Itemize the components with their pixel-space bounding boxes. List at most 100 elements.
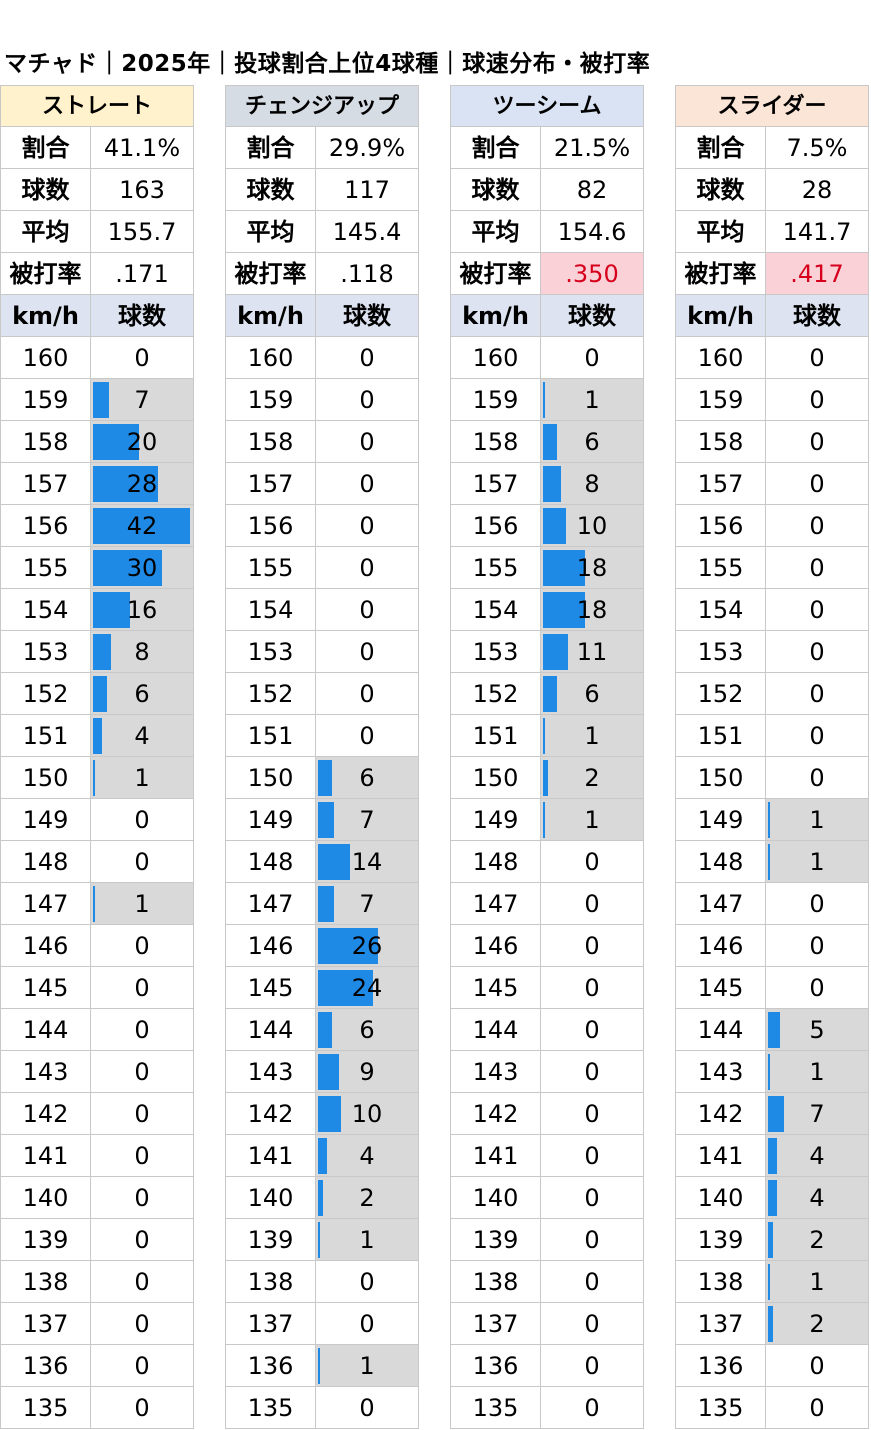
speed-label: 137 bbox=[450, 1303, 541, 1345]
count-value: 0 bbox=[584, 1100, 600, 1128]
count-value: 2 bbox=[359, 1184, 375, 1212]
stat-label-count: 球数 bbox=[675, 169, 766, 211]
count-cell: 0 bbox=[541, 1219, 644, 1261]
speed-label: 137 bbox=[0, 1303, 91, 1345]
speed-label: 150 bbox=[0, 757, 91, 799]
count-cell: 0 bbox=[91, 1009, 194, 1051]
stat-value-ratio: 29.9% bbox=[316, 127, 419, 169]
count-cell: 0 bbox=[316, 421, 419, 463]
count-cell: 1 bbox=[766, 799, 869, 841]
count-value: 24 bbox=[351, 974, 383, 1002]
count-cell: 0 bbox=[91, 967, 194, 1009]
pitch-name-header: ツーシーム bbox=[450, 85, 644, 127]
speed-label: 140 bbox=[450, 1177, 541, 1219]
count-cell: 0 bbox=[766, 421, 869, 463]
speed-label: 147 bbox=[675, 883, 766, 925]
speed-label: 135 bbox=[450, 1387, 541, 1429]
stat-value-baa: .171 bbox=[91, 253, 194, 295]
count-value: 4 bbox=[809, 1142, 825, 1170]
speed-label: 160 bbox=[225, 337, 316, 379]
count-cell: 7 bbox=[316, 883, 419, 925]
count-value: 28 bbox=[126, 470, 158, 498]
count-value: 4 bbox=[134, 722, 150, 750]
stat-label-avg: 平均 bbox=[0, 211, 91, 253]
count-value: 6 bbox=[359, 764, 375, 792]
speed-label: 139 bbox=[675, 1219, 766, 1261]
count-value: 0 bbox=[134, 1142, 150, 1170]
count-cell: 0 bbox=[766, 715, 869, 757]
count-value: 1 bbox=[134, 890, 150, 918]
count-value: 6 bbox=[584, 428, 600, 456]
speed-label: 136 bbox=[675, 1345, 766, 1387]
count-cell: 1 bbox=[91, 883, 194, 925]
stat-value-baa: .417 bbox=[766, 253, 869, 295]
count-value: 6 bbox=[134, 680, 150, 708]
speed-label: 141 bbox=[0, 1135, 91, 1177]
speed-label: 152 bbox=[450, 673, 541, 715]
speed-label: 148 bbox=[225, 841, 316, 883]
count-cell: 0 bbox=[541, 1135, 644, 1177]
count-cell: 0 bbox=[766, 547, 869, 589]
count-cell: 0 bbox=[91, 1303, 194, 1345]
count-value: 0 bbox=[809, 638, 825, 666]
count-value: 0 bbox=[584, 1142, 600, 1170]
speed-label: 143 bbox=[0, 1051, 91, 1093]
count-value: 2 bbox=[809, 1226, 825, 1254]
count-value: 1 bbox=[359, 1226, 375, 1254]
stat-value-avg: 141.7 bbox=[766, 211, 869, 253]
speed-label: 157 bbox=[0, 463, 91, 505]
speed-label: 146 bbox=[450, 925, 541, 967]
count-cell: 10 bbox=[541, 505, 644, 547]
speed-label: 139 bbox=[225, 1219, 316, 1261]
speed-label: 139 bbox=[0, 1219, 91, 1261]
stat-label-baa: 被打率 bbox=[0, 253, 91, 295]
count-value: 0 bbox=[134, 1184, 150, 1212]
count-value: 0 bbox=[584, 932, 600, 960]
count-value: 6 bbox=[359, 1016, 375, 1044]
count-value: 30 bbox=[126, 554, 158, 582]
speed-label: 138 bbox=[225, 1261, 316, 1303]
count-value: 18 bbox=[576, 596, 608, 624]
speed-label: 146 bbox=[0, 925, 91, 967]
count-value: 7 bbox=[134, 386, 150, 414]
count-cell: 16 bbox=[91, 589, 194, 631]
stat-label-count: 球数 bbox=[450, 169, 541, 211]
count-cell: 20 bbox=[91, 421, 194, 463]
count-cell: 0 bbox=[766, 463, 869, 505]
speed-label: 144 bbox=[225, 1009, 316, 1051]
count-cell: 0 bbox=[766, 1387, 869, 1429]
count-value: 0 bbox=[134, 848, 150, 876]
speed-label: 154 bbox=[675, 589, 766, 631]
speed-label: 149 bbox=[450, 799, 541, 841]
count-cell: 2 bbox=[766, 1303, 869, 1345]
count-value: 42 bbox=[126, 512, 158, 540]
speed-label: 151 bbox=[450, 715, 541, 757]
count-value: 0 bbox=[809, 470, 825, 498]
column-header-pitches: 球数 bbox=[91, 295, 194, 337]
speed-label: 147 bbox=[450, 883, 541, 925]
speed-label: 155 bbox=[675, 547, 766, 589]
speed-label: 136 bbox=[0, 1345, 91, 1387]
count-cell: 0 bbox=[316, 1387, 419, 1429]
count-cell: 0 bbox=[766, 757, 869, 799]
count-cell: 1 bbox=[316, 1345, 419, 1387]
count-value: 0 bbox=[584, 848, 600, 876]
pitch-name-header: チェンジアップ bbox=[225, 85, 419, 127]
speed-label: 157 bbox=[450, 463, 541, 505]
speed-label: 154 bbox=[225, 589, 316, 631]
speed-label: 144 bbox=[450, 1009, 541, 1051]
count-value: 0 bbox=[359, 1394, 375, 1422]
count-cell: 10 bbox=[316, 1093, 419, 1135]
speed-label: 150 bbox=[450, 757, 541, 799]
count-cell: 6 bbox=[541, 673, 644, 715]
count-cell: 42 bbox=[91, 505, 194, 547]
count-cell: 18 bbox=[541, 547, 644, 589]
count-value: 1 bbox=[134, 764, 150, 792]
count-cell: 2 bbox=[316, 1177, 419, 1219]
stat-value-count: 28 bbox=[766, 169, 869, 211]
stat-label-baa: 被打率 bbox=[675, 253, 766, 295]
count-value: 6 bbox=[584, 680, 600, 708]
speed-label: 150 bbox=[675, 757, 766, 799]
speed-label: 142 bbox=[675, 1093, 766, 1135]
count-value: 1 bbox=[584, 722, 600, 750]
